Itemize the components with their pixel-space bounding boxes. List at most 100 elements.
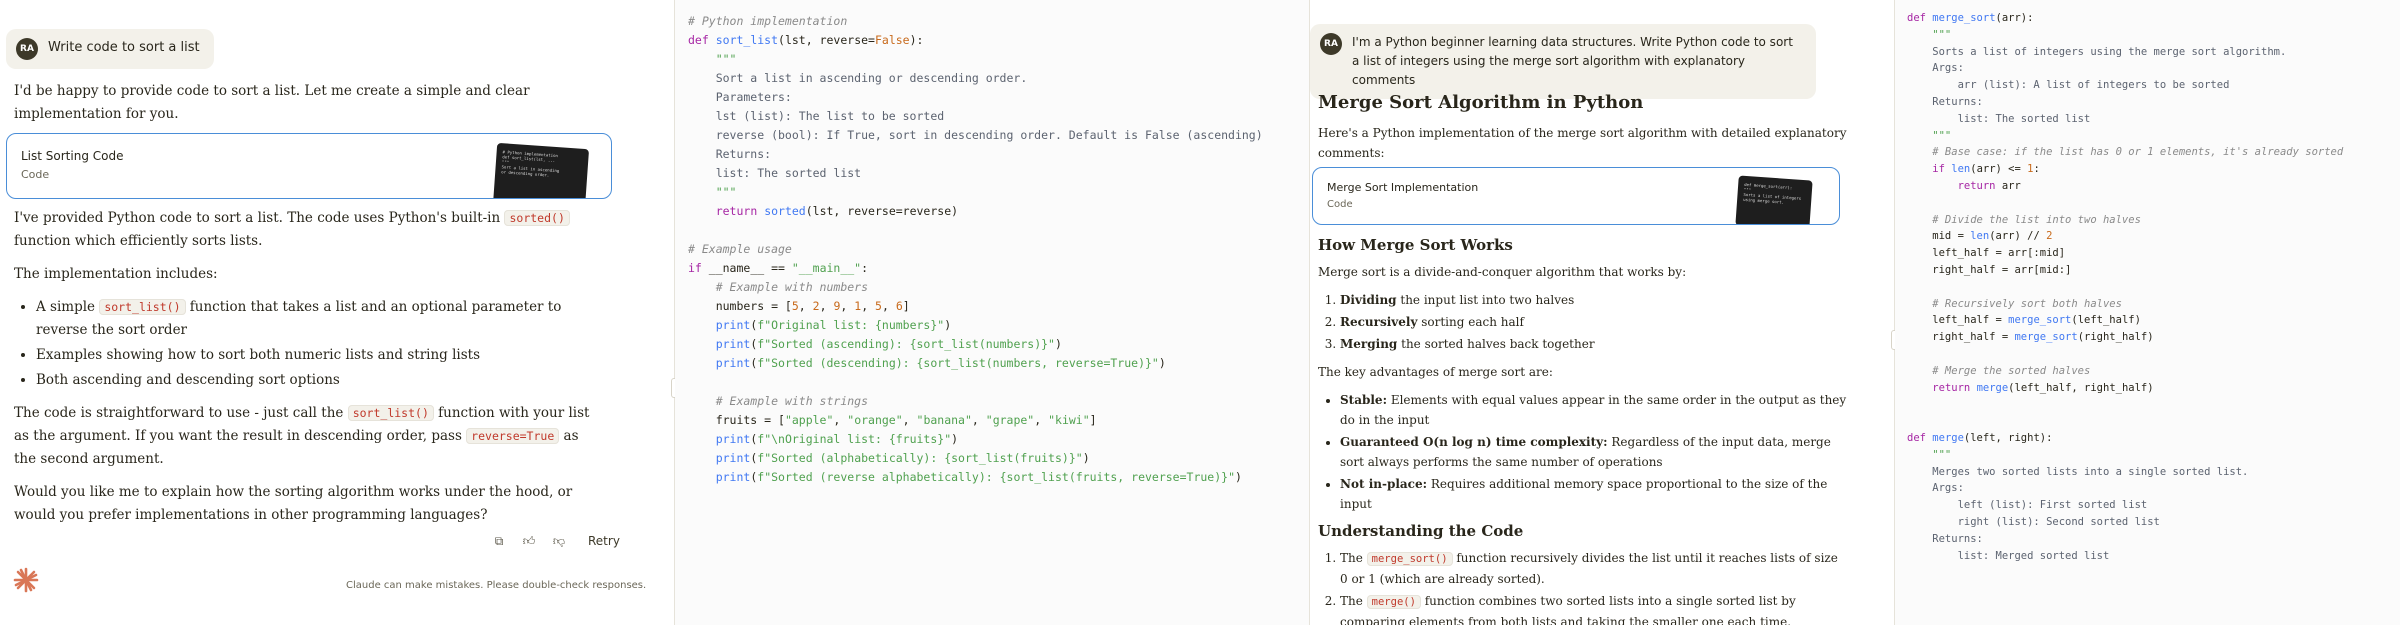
code-line: print(f"Sorted (descending): {sort_list(… (715, 356, 1166, 370)
code-panel-right: def merge_sort(arr): """ Sorts a list of… (1895, 0, 2400, 625)
code-line: print(f"\nOriginal list: {fruits}") (715, 432, 959, 446)
assistant-response-body: I've provided Python code to sort a list… (14, 207, 594, 537)
code-line: Parameters: (688, 90, 792, 104)
code-line: Returns: (688, 147, 772, 161)
code-line: lst (list): The list to be sorted (688, 109, 945, 123)
code-line: def merge(left, right): (1907, 431, 2053, 444)
code-block: def merge_sort(arr): """ Sorts a list of… (1907, 10, 2343, 564)
code-line: arr (list): A list of integers to be sor… (1907, 79, 2230, 92)
list-item: Not in-place: Requires additional memory… (1340, 474, 1848, 514)
assistant-response-body: How Merge Sort Works Merge sort is a div… (1318, 236, 1848, 625)
code-line: Returns: (1907, 532, 1983, 545)
code-line: numbers = [5, 2, 9, 1, 5, 6] (688, 299, 910, 313)
code-line: print(f"Sorted (ascending): {sort_list(n… (715, 337, 1062, 351)
user-message-text: I'm a Python beginner learning data stru… (1352, 35, 1793, 87)
code-line: right_half = arr[mid:] (1907, 263, 2072, 276)
thumbs-up-icon[interactable]: 👍︎ (522, 534, 536, 548)
code-line: Sorts a list of integers using the merge… (1907, 45, 2287, 58)
code-line: ​ (1907, 396, 2343, 413)
artifact-subtitle: Code (1327, 199, 1353, 210)
user-avatar: RA (1320, 33, 1342, 55)
code-line: right_half = merge_sort(right_half) (1907, 331, 2154, 344)
code-line: ​ (1907, 195, 2343, 212)
code-line: Args: (1907, 62, 1964, 75)
code-line: fruits = ["apple", "orange", "banana", "… (688, 413, 1097, 427)
artifact-thumbnail: # Python implementation def sort_list(lst… (492, 142, 590, 198)
list-item: Examples showing how to sort both numeri… (36, 344, 594, 367)
understanding-list: The merge_sort() function recursively di… (1318, 548, 1848, 625)
list-item: Stable: Elements with equal values appea… (1340, 390, 1848, 430)
user-message: RA Write code to sort a list (6, 29, 214, 69)
code-line: left_half = arr[:mid] (1907, 247, 2066, 260)
list-item: A simple sort_list() function that takes… (36, 296, 594, 342)
artifact-card[interactable]: List Sorting Code Code # Python implemen… (6, 133, 612, 199)
code-line: return arr (1957, 179, 2021, 192)
code-line: def merge_sort(arr): (1907, 12, 2034, 24)
response-paragraph-1: I've provided Python code to sort a list… (14, 207, 594, 253)
artifact-thumbnail: def merge_sort(arr): """ Sorts a list of… (1735, 175, 1813, 224)
code-line: ​ (688, 221, 1263, 240)
code-line: # Merge the sorted halves (1907, 364, 2091, 377)
feature-list: A simple sort_list() function that takes… (14, 296, 594, 392)
code-line: """ (688, 185, 737, 199)
list-item: Merging the sorted halves back together (1340, 334, 1848, 354)
list-item: Recursively sorting each half (1340, 312, 1848, 332)
code-line: """ (1907, 448, 1952, 461)
code-line: return merge(left_half, right_half) (1932, 381, 2154, 394)
section-intro: Merge sort is a divide-and-conquer algor… (1318, 265, 1687, 279)
code-line: left (list): First sorted list (1907, 499, 2148, 512)
code-line: # Divide the list into two halves (1907, 213, 2141, 226)
chat-panel-right: RA I'm a Python beginner learning data s… (1310, 0, 1894, 625)
code-line: Returns: (1907, 95, 1983, 108)
response-paragraph-2: The code is straightforward to use - jus… (14, 405, 590, 467)
code-line: """ (1907, 28, 1952, 41)
code-line: print(f"Sorted (reverse alphabetically):… (715, 470, 1242, 484)
response-includes: The implementation includes: (14, 266, 218, 282)
artifact-subtitle: Code (21, 168, 50, 181)
code-line: def sort_list(lst, reverse=False): (688, 33, 924, 47)
section-heading: How Merge Sort Works (1318, 236, 1513, 254)
chat-panel-left: RA Write code to sort a list I'd be happ… (0, 0, 674, 625)
code-line: list: The sorted list (1907, 112, 2091, 125)
code-line: if len(arr) <= 1: (1932, 163, 2040, 176)
artifact-title: Merge Sort Implementation (1327, 181, 1479, 194)
list-item: The merge_sort() function recursively di… (1340, 548, 1848, 589)
code-line: Merges two sorted lists into a single so… (1907, 465, 2249, 478)
code-line: # Python implementation (688, 14, 848, 28)
code-line: ​ (688, 373, 1263, 392)
code-line: left_half = merge_sort(left_half) (1907, 314, 2141, 327)
code-line: Sort a list in ascending or descending o… (688, 71, 1028, 85)
code-line: """ (1907, 129, 1952, 142)
code-line: list: Merged sorted list (1907, 549, 2110, 562)
code-line: if __name__ == "__main__": (688, 261, 869, 275)
code-line: ​ (1907, 279, 2343, 296)
code-line: reverse (bool): If True, sort in descend… (688, 128, 1263, 142)
disclaimer: Claude can make mistakes. Please double-… (346, 580, 647, 591)
advantages-intro: The key advantages of merge sort are: (1318, 365, 1553, 379)
user-message: RA I'm a Python beginner learning data s… (1310, 24, 1816, 99)
code-line: print(f"Original list: {numbers}") (715, 318, 952, 332)
code-line: return sorted(lst, reverse=reverse) (715, 204, 959, 218)
response-paragraph-3: Would you like me to explain how the sor… (14, 484, 573, 523)
user-message-text: Write code to sort a list (48, 40, 200, 55)
code-line: # Recursively sort both halves (1907, 297, 2122, 310)
retry-button[interactable]: Retry (588, 534, 620, 548)
copy-icon[interactable]: ⧉ (492, 534, 506, 548)
code-line: # Example with strings (688, 394, 869, 408)
code-line: # Example with numbers (688, 280, 869, 294)
assistant-response: I'd be happy to provide code to sort a l… (14, 80, 594, 136)
response-intro: Here's a Python implementation of the me… (1318, 126, 1847, 160)
code-line: print(f"Sorted (alphabetically): {sort_l… (715, 451, 1090, 465)
code-line: # Base case: if the list has 0 or 1 elem… (1907, 146, 2344, 159)
code-line: # Example usage (688, 242, 792, 256)
response-intro: I'd be happy to provide code to sort a l… (14, 83, 530, 122)
artifact-title: List Sorting Code (21, 149, 124, 163)
list-item: Guaranteed O(n log n) time complexity: R… (1340, 432, 1848, 472)
code-line: Args: (1907, 482, 1964, 495)
user-avatar: RA (16, 38, 38, 60)
artifact-card[interactable]: Merge Sort Implementation Code def merge… (1312, 167, 1840, 225)
thumbs-down-icon[interactable]: 👎︎ (552, 534, 566, 548)
list-item: Dividing the input list into two halves (1340, 290, 1848, 310)
code-block: # Python implementation def sort_list(lst… (688, 12, 1263, 487)
code-line: mid = len(arr) // 2 (1907, 230, 2053, 243)
